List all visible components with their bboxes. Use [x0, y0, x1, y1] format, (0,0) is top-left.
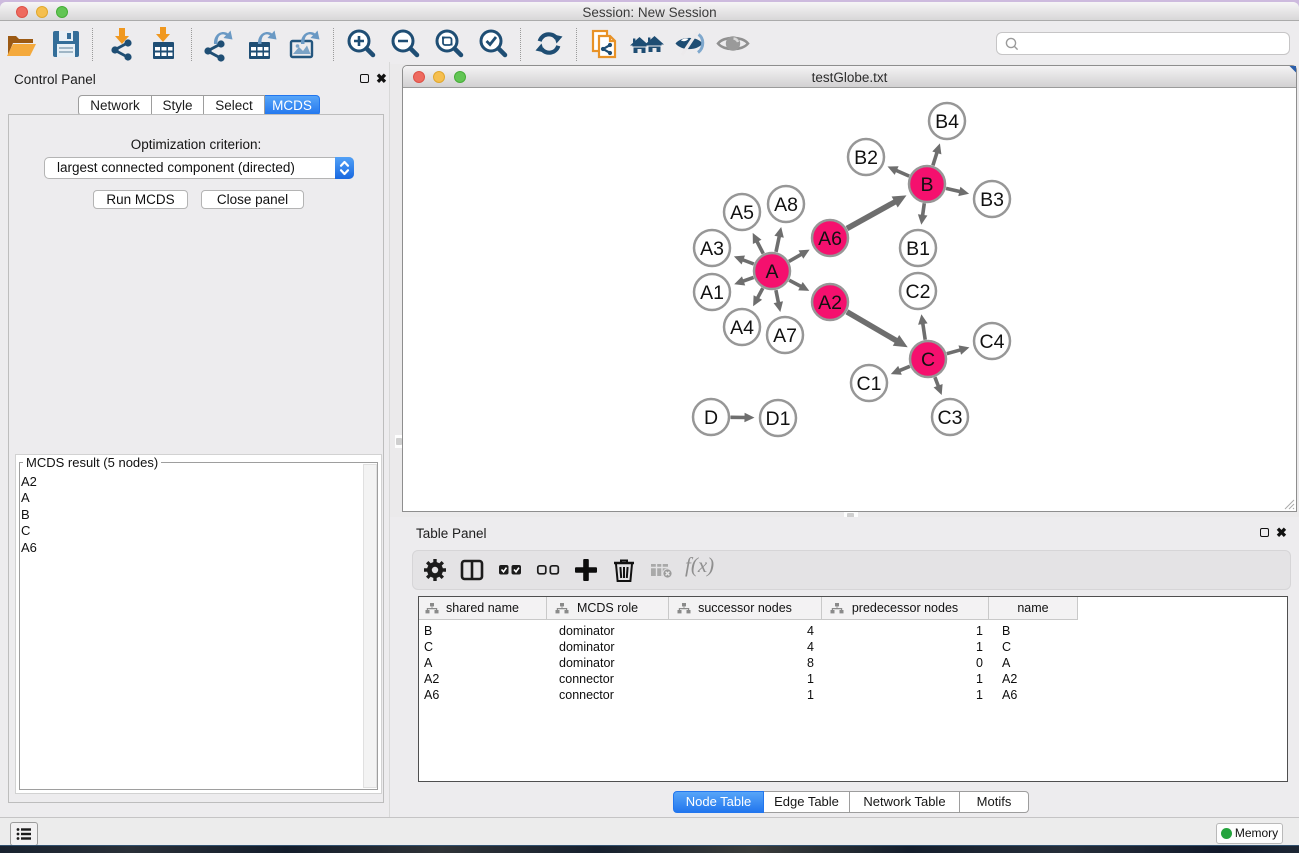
svg-text:A5: A5	[730, 202, 754, 224]
svg-text:A4: A4	[730, 317, 754, 339]
svg-text:A1: A1	[700, 282, 724, 304]
svg-text:B4: B4	[935, 111, 959, 133]
svg-text:C1: C1	[857, 373, 882, 395]
svg-text:D1: D1	[766, 408, 791, 430]
svg-text:C2: C2	[906, 281, 931, 303]
svg-text:A8: A8	[774, 194, 798, 216]
svg-text:D: D	[704, 407, 718, 429]
svg-text:A6: A6	[818, 228, 842, 250]
svg-text:B: B	[920, 174, 933, 196]
svg-text:C4: C4	[980, 331, 1005, 353]
svg-text:A7: A7	[773, 325, 797, 347]
svg-text:C: C	[921, 349, 935, 371]
svg-text:C3: C3	[938, 407, 963, 429]
svg-text:B3: B3	[980, 189, 1004, 211]
svg-text:A2: A2	[818, 292, 842, 314]
svg-text:B2: B2	[854, 147, 878, 169]
svg-text:A3: A3	[700, 238, 724, 260]
svg-text:A: A	[765, 261, 778, 283]
svg-text:B1: B1	[906, 238, 930, 260]
